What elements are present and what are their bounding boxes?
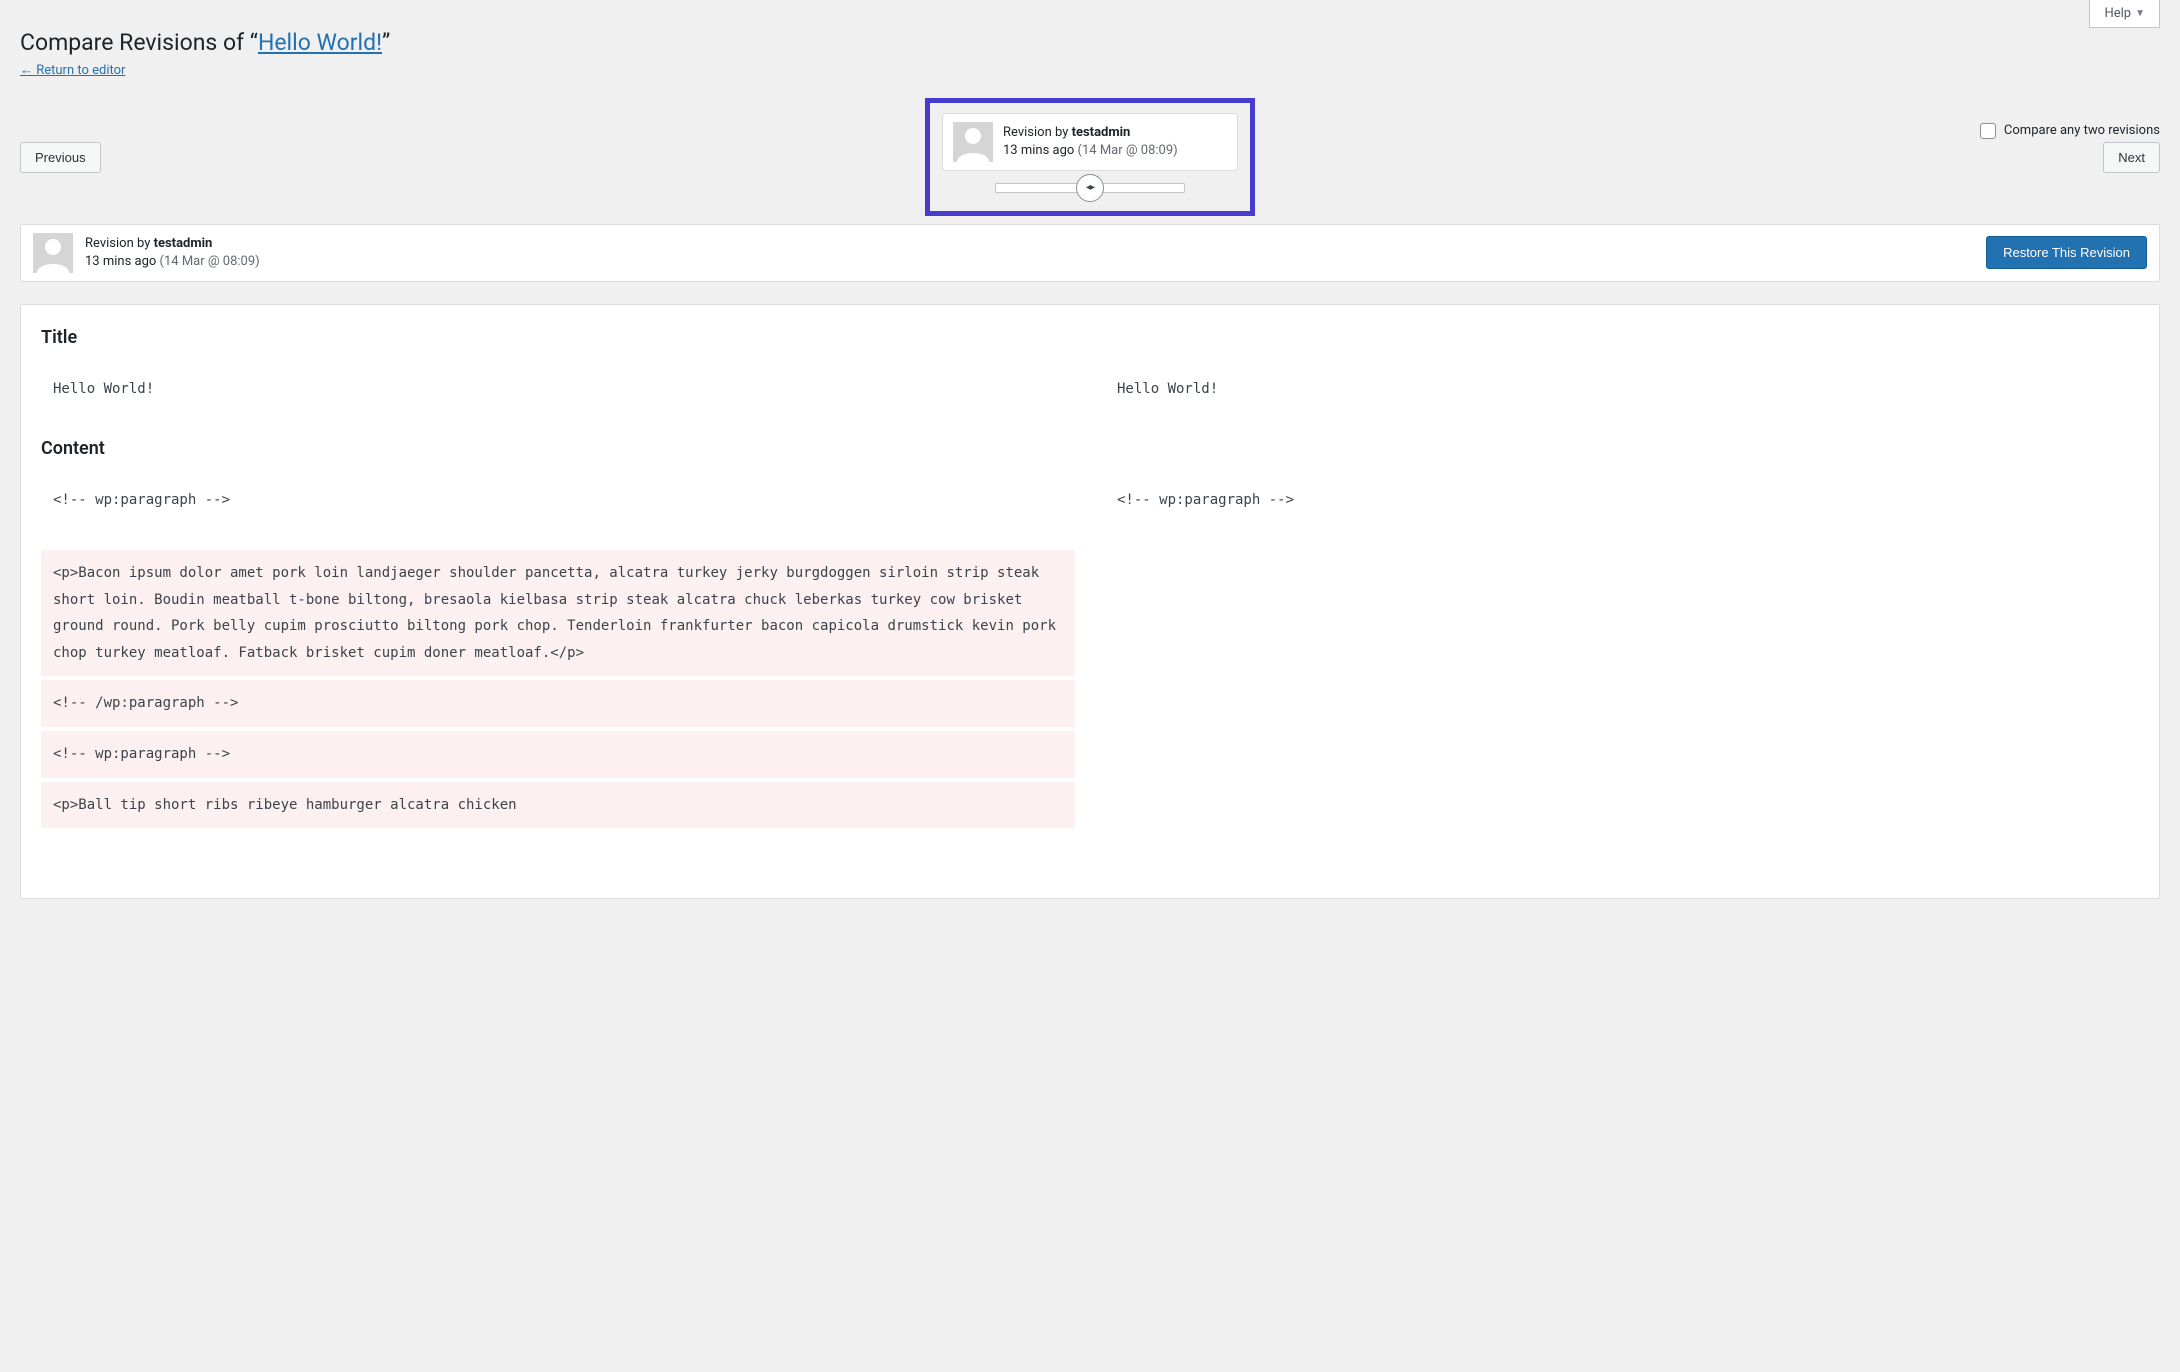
page-title: Compare Revisions of “Hello World!” <box>20 28 2160 58</box>
chevron-down-icon: ▼ <box>2135 8 2145 19</box>
revision-slider[interactable]: ◂▸ <box>942 183 1238 193</box>
user-icon <box>953 122 993 162</box>
revision-by-line: Revision by testadmin <box>85 235 260 253</box>
help-label: Help <box>2104 6 2131 21</box>
next-button[interactable]: Next <box>2103 142 2160 173</box>
help-tab[interactable]: Help ▼ <box>2089 0 2160 28</box>
title-section-heading: Title <box>41 327 2139 348</box>
content-new-line: <!-- wp:paragraph --> <box>1105 477 2139 524</box>
page-title-suffix: ” <box>382 29 390 56</box>
title-new: Hello World! <box>1105 366 2139 413</box>
revision-tooltip: Revision by testadmin 13 mins ago (14 Ma… <box>925 98 1255 216</box>
restore-revision-button[interactable]: Restore This Revision <box>1986 236 2147 269</box>
avatar <box>33 233 73 273</box>
compare-two-checkbox[interactable] <box>1980 123 1996 139</box>
user-icon <box>33 233 73 273</box>
revision-author: testadmin <box>154 236 213 251</box>
avatar <box>953 122 993 162</box>
page-title-link[interactable]: Hello World! <box>258 29 382 56</box>
page-title-prefix: Compare Revisions of “ <box>20 29 258 56</box>
title-old: Hello World! <box>41 366 1075 413</box>
content-removed-block: <!-- /wp:paragraph --> <box>41 680 1075 727</box>
revision-time: 13 mins ago (14 Mar @ 08:09) <box>85 253 260 271</box>
previous-button[interactable]: Previous <box>20 142 101 173</box>
revision-by-line: Revision by testadmin <box>1003 124 1178 142</box>
diff-panel: Title Hello World! Hello World! Content … <box>20 304 2160 899</box>
content-removed-block: <!-- wp:paragraph --> <box>41 731 1075 778</box>
slider-handle[interactable]: ◂▸ <box>1076 174 1104 202</box>
content-removed-block: <p>Ball tip short ribs ribeye hamburger … <box>41 782 1075 829</box>
content-section-heading: Content <box>41 438 2139 459</box>
content-old-line: <!-- wp:paragraph --> <box>41 477 1075 524</box>
revision-author: testadmin <box>1072 125 1131 140</box>
content-removed-block: <p>Bacon ipsum dolor amet pork loin land… <box>41 550 1075 676</box>
revision-card: Revision by testadmin 13 mins ago (14 Ma… <box>942 113 1238 171</box>
compare-two-label: Compare any two revisions <box>2004 123 2160 138</box>
revision-time: 13 mins ago (14 Mar @ 08:09) <box>1003 142 1178 160</box>
compare-two-checkbox-label[interactable]: Compare any two revisions <box>1980 123 2160 139</box>
revision-meta-bar: Revision by testadmin 13 mins ago (14 Ma… <box>20 224 2160 282</box>
return-to-editor-link[interactable]: ← Return to editor <box>20 62 125 78</box>
